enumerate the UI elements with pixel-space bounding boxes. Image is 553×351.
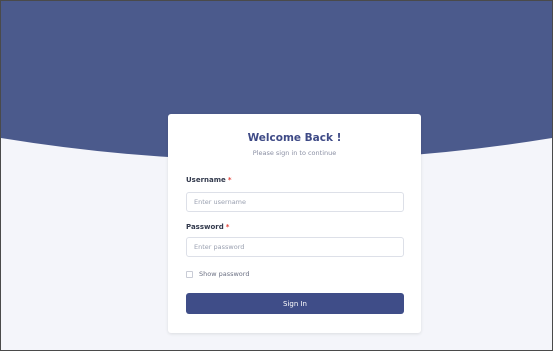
password-input[interactable] [186,237,404,257]
password-label: Password * [186,223,229,231]
password-required-marker: * [225,223,230,231]
show-password-label: Show password [199,270,250,278]
show-password-toggle[interactable]: Show password [186,269,249,279]
login-card: Welcome Back ! Please sign in to continu… [168,114,421,333]
page-frame: Welcome Back ! Please sign in to continu… [0,0,553,351]
password-label-text: Password [186,223,224,231]
show-password-checkbox[interactable] [186,270,193,278]
login-subtitle: Please sign in to continue [252,149,337,157]
username-required-marker: * [227,176,232,184]
username-input[interactable] [186,192,404,212]
username-label: Username * [186,176,231,184]
login-title: Welcome Back ! [247,132,342,144]
username-label-text: Username [186,176,226,184]
sign-in-button[interactable]: Sign In [186,293,404,314]
